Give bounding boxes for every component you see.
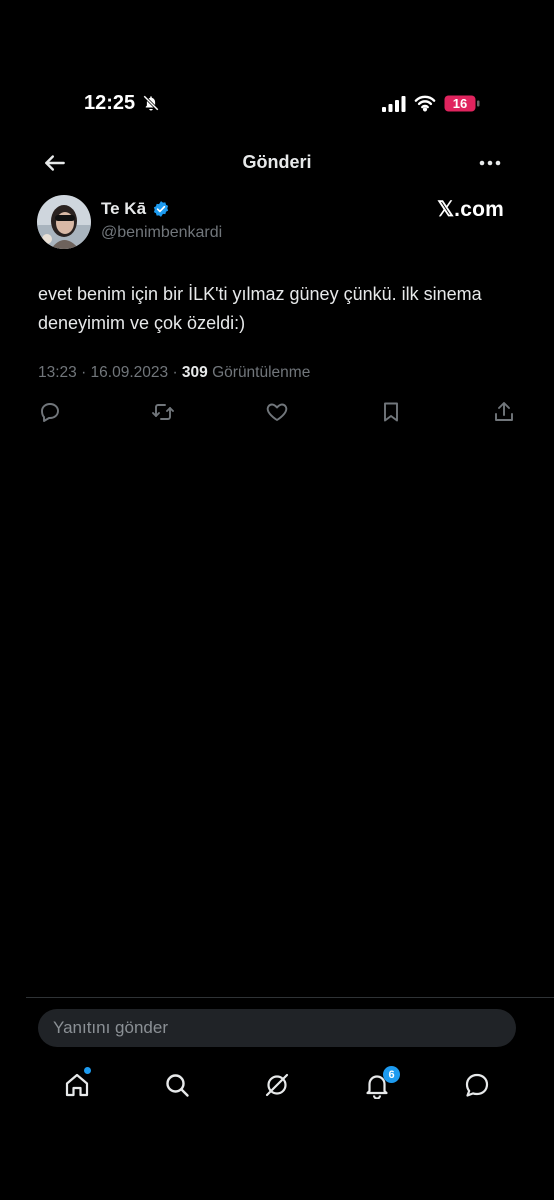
wifi-icon (414, 95, 436, 112)
bell-slash-icon (143, 95, 159, 111)
grok-icon[interactable] (263, 1071, 291, 1099)
status-time: 12:25 (84, 92, 136, 114)
post-timestamp: 13:23 · 16.09.2023 · (38, 364, 182, 381)
views-label[interactable]: Görüntülenme (208, 364, 310, 381)
signal-icon (382, 96, 406, 112)
messages-icon[interactable] (463, 1071, 491, 1099)
page-title: Gönderi (242, 152, 312, 172)
retweet-icon[interactable] (151, 400, 175, 424)
post-meta: 13:23 · 16.09.2023 · 309 Görüntülenme (38, 364, 310, 382)
views-count[interactable]: 309 (182, 364, 208, 381)
post-actions (0, 400, 554, 424)
verified-badge-icon (153, 201, 169, 217)
post-text: evet benim için bir İLK'ti yılmaz güney … (38, 284, 482, 333)
author-name[interactable]: Te Kā (101, 199, 146, 219)
compose-divider (26, 997, 554, 998)
x-com-watermark: 𝕏.com (437, 198, 504, 221)
like-icon[interactable] (265, 400, 289, 424)
author-handle[interactable]: @benimbenkardi (101, 224, 222, 242)
home-unread-dot (84, 1067, 91, 1074)
search-icon[interactable] (163, 1071, 191, 1099)
share-icon[interactable] (492, 400, 516, 424)
battery-icon: 16 (444, 95, 480, 112)
author-name-row[interactable]: Te Kā (101, 199, 170, 219)
avatar[interactable] (37, 195, 91, 249)
reply-box[interactable] (38, 1009, 516, 1047)
reply-input[interactable] (38, 1009, 516, 1047)
more-horizontal-icon[interactable] (476, 152, 504, 174)
reply-icon[interactable] (38, 400, 62, 424)
bookmark-icon[interactable] (379, 400, 403, 424)
home-icon[interactable] (63, 1071, 91, 1099)
notification-badge: 6 (383, 1066, 400, 1083)
battery-level: 16 (452, 96, 468, 111)
